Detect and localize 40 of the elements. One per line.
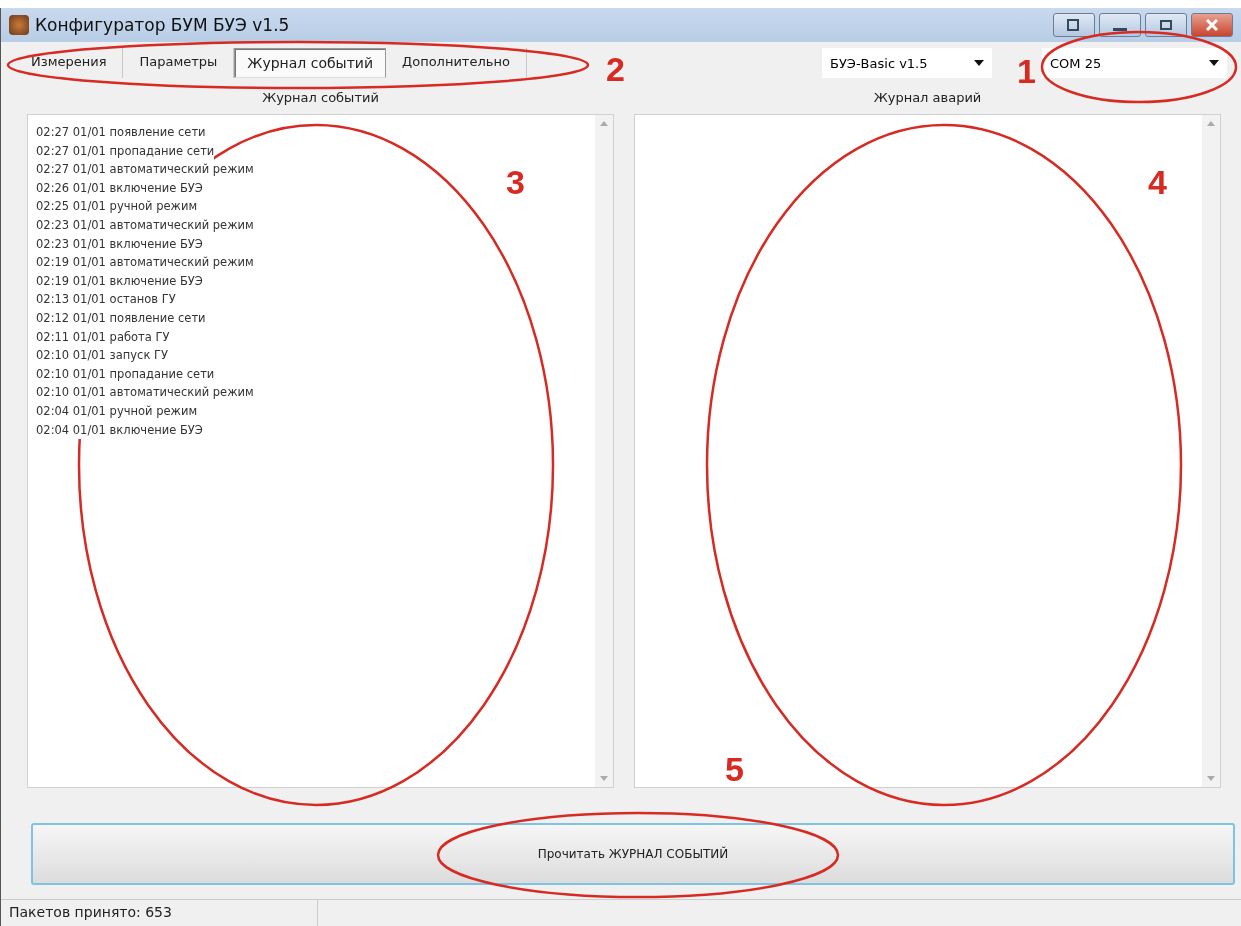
- log-entry: 02:19 01/01 автоматический режим: [36, 253, 254, 272]
- log-entry: 02:25 01/01 ручной режим: [36, 197, 198, 216]
- scrollbar[interactable]: [595, 115, 613, 787]
- scroll-down-icon[interactable]: [600, 776, 608, 781]
- app-icon: [9, 15, 29, 35]
- log-entry: 02:13 01/01 останов ГУ: [36, 290, 176, 309]
- log-entry: 02:12 01/01 появление сети: [36, 308, 206, 328]
- annotation-number: 4: [1148, 165, 1167, 199]
- tab[interactable]: Измерения: [15, 48, 124, 78]
- close-button[interactable]: [1191, 13, 1233, 37]
- maximize-icon: [1159, 19, 1173, 31]
- log-entry: 02:27 01/01 автоматический режим: [36, 160, 254, 179]
- panel-title: Журнал событий: [262, 90, 379, 107]
- minimize-icon: [1113, 27, 1127, 31]
- log-entry: 02:04 01/01 включение БУЭ: [36, 420, 203, 440]
- port-select[interactable]: COM 25: [1042, 48, 1227, 78]
- panel-title: Журнал аварий: [873, 90, 982, 107]
- window-button[interactable]: [1053, 13, 1095, 37]
- log-entry: 02:10 01/01 пропадание сети: [36, 364, 215, 384]
- caret-icon: [974, 60, 984, 66]
- log-entry: 02:10 01/01 запуск ГУ: [36, 346, 169, 365]
- tab[interactable]: Журнал событий: [234, 48, 386, 78]
- device-select[interactable]: БУЭ-Basic v1.5: [822, 48, 992, 78]
- caret-icon: [1209, 60, 1219, 66]
- scrollbar[interactable]: [1202, 115, 1220, 787]
- log-entry: 02:10 01/01 автоматический режим: [36, 383, 254, 402]
- scroll-down-icon[interactable]: [1207, 776, 1215, 781]
- read-log-button[interactable]: Прочитать ЖУРНАЛ СОБЫТИЙ: [31, 823, 1235, 885]
- status-text: Пакетов принято: 653: [1, 900, 318, 926]
- scroll-up-icon[interactable]: [600, 121, 608, 126]
- scroll-up-icon[interactable]: [1207, 121, 1215, 126]
- annotation-number: 5: [725, 752, 744, 786]
- annotation-number: 2: [606, 52, 625, 86]
- tab[interactable]: Дополнительно: [386, 48, 527, 78]
- close-icon: [1205, 19, 1219, 31]
- window-icon: [1067, 19, 1081, 31]
- window-title: Конфигуратор БУМ БУЭ v1.5: [35, 15, 290, 35]
- annotation-number: 1: [1017, 54, 1036, 88]
- annotation-number: 3: [506, 165, 525, 199]
- log-entry: 02:23 01/01 автоматический режим: [36, 215, 254, 235]
